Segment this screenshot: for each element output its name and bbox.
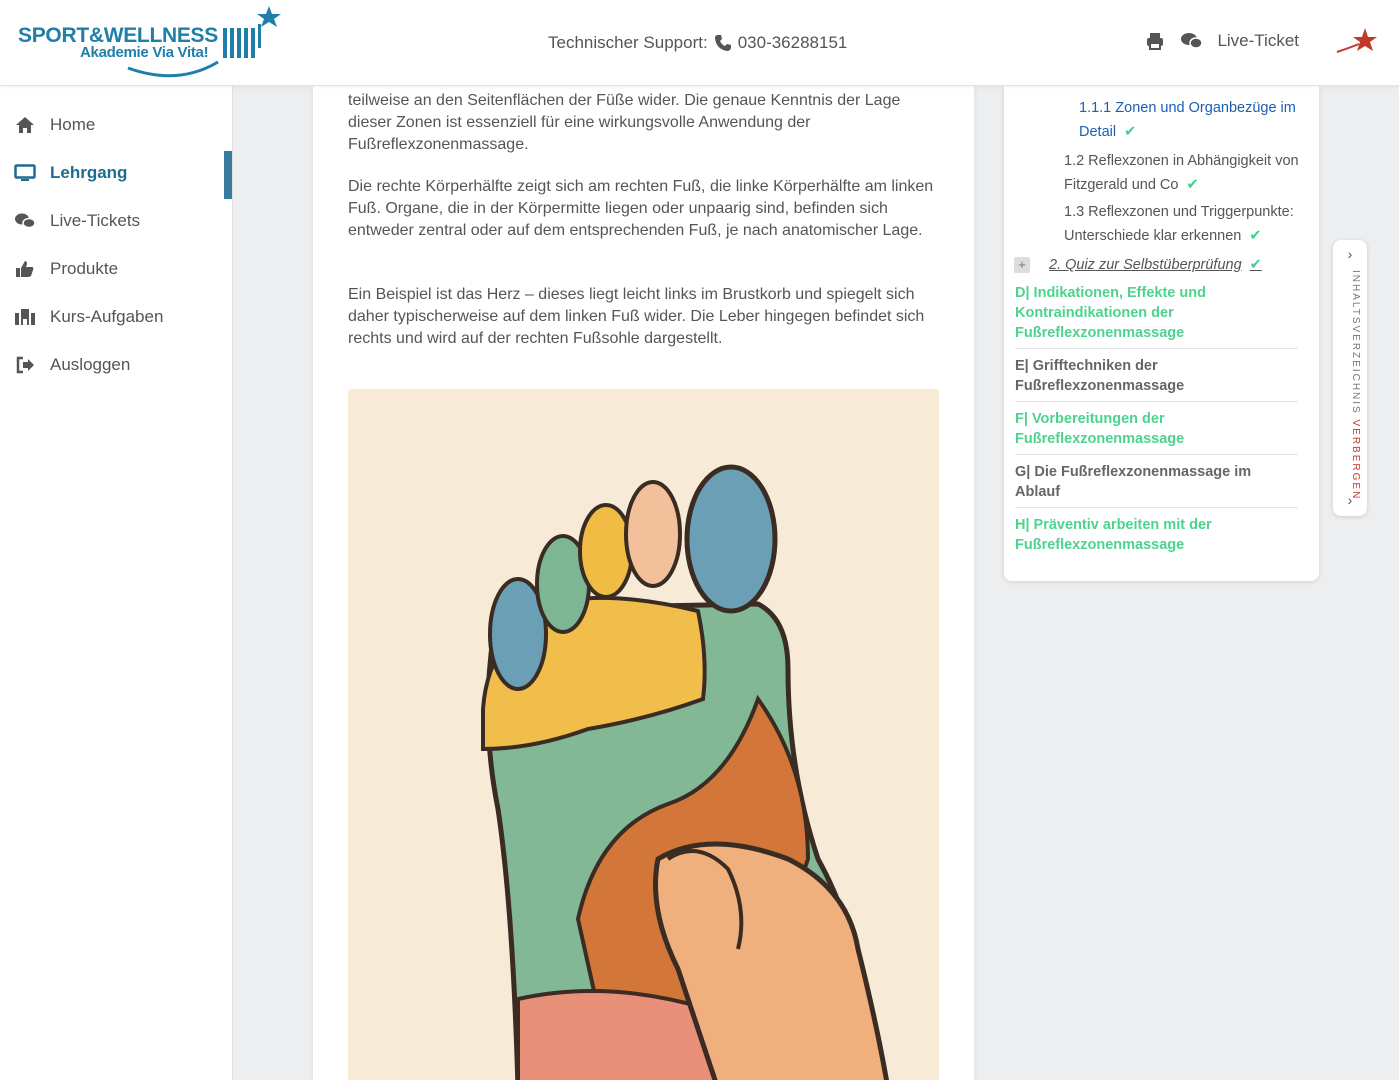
sidebar-item-live-tickets[interactable]: Live-Tickets <box>0 197 232 245</box>
lesson-paragraph: Ein Beispiel ist das Herz – dieses liegt… <box>348 286 925 347</box>
live-ticket-button[interactable]: Live-Ticket <box>1217 31 1299 51</box>
sidebar-item-label: Lehrgang <box>50 163 128 182</box>
support-phone-link[interactable]: 030-36288151 <box>738 33 848 53</box>
toc-item-label: 1.1.1 Zonen und Organbezüge im Detail <box>1079 100 1296 140</box>
toc-item-1-3[interactable]: 1.3 Reflexzonen und Triggerpunkte: Unter… <box>1064 200 1309 248</box>
table-of-contents: 1.1.1 Zonen und Organbezüge im Detail ✔ 1… <box>1004 86 1319 581</box>
chat-icon[interactable] <box>1181 31 1204 51</box>
toc-section-e[interactable]: E| Grifftechniken der Fußreflexzonenmass… <box>1015 356 1298 396</box>
logo-text-sub: Akademie Via Vita! <box>80 44 209 61</box>
phone-icon <box>714 34 732 52</box>
toc-item-1-1-1[interactable]: 1.1.1 Zonen und Organbezüge im Detail ✔ <box>1079 96 1309 144</box>
foot-reflexology-illustration <box>348 389 939 1080</box>
toc-divider <box>1015 401 1298 402</box>
check-icon: ✔ <box>1186 177 1199 193</box>
sidebar-item-lehrgang[interactable]: Lehrgang <box>0 149 232 199</box>
home-icon <box>14 115 36 135</box>
check-icon: ✔ <box>1249 257 1262 273</box>
toc-divider <box>1015 348 1298 349</box>
monitor-icon <box>14 163 36 183</box>
chevron-right-icon: › <box>1347 492 1353 508</box>
toc-item-quiz[interactable]: 2. Quiz zur Selbstüberprüfung ✔ <box>1049 253 1289 277</box>
brand-star-icon <box>1336 28 1377 53</box>
sidebar-item-label: Produkte <box>50 259 119 278</box>
chat-icon <box>14 211 36 231</box>
lesson-content: teilweise an den Seitenflächen der Füße … <box>313 86 974 1080</box>
support-label: Technischer Support: <box>548 33 708 52</box>
expand-plus-icon[interactable]: + <box>1014 257 1030 273</box>
toc-toggle-tab[interactable]: › INHALTSVERZEICHNIS VERBERGEN › <box>1333 240 1367 516</box>
toc-divider <box>1015 454 1298 455</box>
sidebar-item-ausloggen[interactable]: Ausloggen <box>0 341 232 389</box>
toc-item-label: 1.2 Reflexzonen in Abhängigkeit von Fitz… <box>1064 153 1299 193</box>
lesson-paragraph: Die rechte Körperhälfte zeigt sich am re… <box>348 178 934 239</box>
sidebar-item-label: Home <box>50 115 96 134</box>
toc-divider <box>1015 507 1298 508</box>
thumbs-up-icon <box>14 259 36 279</box>
print-icon[interactable] <box>1145 31 1165 51</box>
sidebar-nav: Home Lehrgang Live-Tickets Produkte Kurs… <box>0 86 233 1080</box>
chevron-right-icon: › <box>1347 246 1353 262</box>
toc-section-g[interactable]: G| Die Fußreflexzonenmassage im Ablauf <box>1015 462 1298 502</box>
sidebar-item-kurs-aufgaben[interactable]: Kurs-Aufgaben <box>0 293 232 341</box>
sidebar-item-home[interactable]: Home <box>0 101 232 149</box>
toc-item-label: 2. Quiz zur Selbstüberprüfung <box>1049 257 1242 273</box>
institution-icon <box>14 307 36 327</box>
academy-logo[interactable]: SPORT&WELLNESS Akademie Via Vita! <box>18 6 288 80</box>
check-icon: ✔ <box>1124 124 1137 140</box>
toc-toggle-label: INHALTSVERZEICHNIS VERBERGEN <box>1350 270 1361 501</box>
check-icon: ✔ <box>1249 228 1262 244</box>
sidebar-item-label: Ausloggen <box>50 355 131 374</box>
toc-section-f[interactable]: F| Vorbereitungen der Fußreflexzonenmass… <box>1015 409 1298 449</box>
sidebar-item-label: Live-Tickets <box>50 211 141 230</box>
toc-section-h[interactable]: H| Präventiv arbeiten mit der Fußreflexz… <box>1015 515 1298 555</box>
toc-section-d[interactable]: D| Indikationen, Effekte und Kontraindik… <box>1015 283 1298 343</box>
lesson-paragraph: teilweise an den Seitenflächen der Füße … <box>348 92 901 153</box>
sidebar-item-produkte[interactable]: Produkte <box>0 245 232 293</box>
sidebar-item-label: Kurs-Aufgaben <box>50 307 164 326</box>
technical-support: Technischer Support: 030-36288151 <box>548 33 847 53</box>
header-actions: Live-Ticket <box>1145 31 1299 51</box>
logout-icon <box>14 355 36 375</box>
toc-item-1-2[interactable]: 1.2 Reflexzonen in Abhängigkeit von Fitz… <box>1064 149 1309 197</box>
top-header: SPORT&WELLNESS Akademie Via Vita! Techni… <box>0 0 1399 86</box>
